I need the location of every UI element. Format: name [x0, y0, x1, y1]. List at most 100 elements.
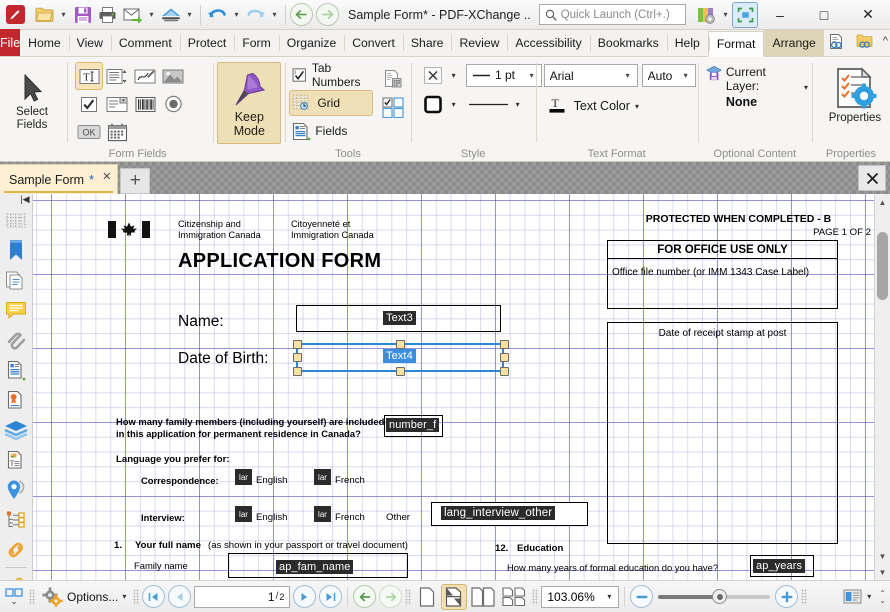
- fields-pane-icon[interactable]: [1, 355, 32, 385]
- fill-color-caret[interactable]: ▾: [447, 62, 461, 88]
- scan-button[interactable]: [158, 2, 183, 28]
- tab-help[interactable]: Help: [666, 30, 708, 56]
- zoom-level-caret[interactable]: ▾: [602, 592, 616, 601]
- zoom-slider-handle[interactable]: [712, 589, 728, 604]
- resize-handle-n[interactable]: [396, 340, 405, 349]
- font-size-combo[interactable]: Auto ▾: [641, 64, 696, 87]
- correspondence-french-checkbox[interactable]: lar: [314, 469, 331, 485]
- collapse-ribbon-button[interactable]: ^: [880, 35, 890, 47]
- zoom-out-button[interactable]: [630, 585, 654, 608]
- comments-pane-icon[interactable]: [1, 295, 32, 325]
- page-layout-caret[interactable]: ▾: [865, 592, 877, 601]
- push-button-tool-button[interactable]: OK: [75, 118, 103, 146]
- options-button[interactable]: Options... ▾: [38, 584, 130, 610]
- four-page-view-button[interactable]: [499, 584, 529, 610]
- document-viewer[interactable]: Citizenship and Immigration Canada Citoye…: [33, 194, 890, 580]
- tab-form[interactable]: Form: [234, 30, 278, 56]
- calculation-order-button[interactable]: [379, 64, 407, 92]
- next-page-button[interactable]: [293, 585, 317, 608]
- document-tab-close-button[interactable]: ✕: [102, 170, 111, 183]
- quick-launch-search[interactable]: Quick Launch (Ctrl+.): [538, 4, 686, 25]
- scrollbar-thumb[interactable]: [877, 232, 888, 300]
- single-page-view-button[interactable]: [414, 584, 440, 610]
- border-style-caret[interactable]: ▾: [516, 100, 520, 109]
- previous-page-button[interactable]: [168, 585, 192, 608]
- tab-home[interactable]: Home: [20, 30, 69, 56]
- interview-english-checkbox[interactable]: lar: [235, 506, 252, 522]
- close-document-button[interactable]: [858, 165, 886, 191]
- multi-select-fields-button[interactable]: [379, 93, 407, 121]
- properties-button[interactable]: Properties: [824, 62, 886, 125]
- font-size-caret[interactable]: ▾: [679, 71, 693, 80]
- signature-field-tool-button[interactable]: [131, 62, 159, 90]
- tab-convert[interactable]: Convert: [344, 30, 403, 56]
- continuous-view-button[interactable]: [441, 583, 468, 610]
- stamps-pane-icon[interactable]: [1, 570, 32, 580]
- document-tab-sample-form[interactable]: Sample Form * ✕: [0, 164, 119, 194]
- status-expand-chevron[interactable]: ⌄: [10, 597, 18, 606]
- close-window-button[interactable]: ✕: [846, 0, 890, 30]
- tab-bookmarks[interactable]: Bookmarks: [589, 30, 667, 56]
- interview-french-checkbox[interactable]: lar: [314, 506, 331, 522]
- resize-handle-w[interactable]: [293, 353, 302, 362]
- destinations-pane-icon[interactable]: [1, 475, 32, 505]
- search-folder-icon[interactable]: [852, 28, 878, 54]
- page-number-input[interactable]: 1/2: [194, 585, 291, 608]
- fill-color-splitbutton[interactable]: ▾: [419, 62, 461, 88]
- list-box-tool-button[interactable]: [103, 62, 131, 90]
- resize-handle-sw[interactable]: [293, 367, 302, 376]
- status-overflow-chevrons[interactable]: ⌃ ⌄: [879, 589, 886, 604]
- open-file-button[interactable]: [32, 2, 57, 28]
- open-file-caret[interactable]: ▾: [57, 2, 70, 28]
- border-color-splitbutton[interactable]: ▾: [419, 91, 461, 117]
- pdf-page[interactable]: Citizenship and Immigration Canada Citoye…: [33, 194, 874, 580]
- scan-caret[interactable]: ▾: [183, 2, 196, 28]
- combo-box-tool-button[interactable]: [103, 90, 131, 118]
- current-layer-caret[interactable]: ▾: [804, 83, 808, 92]
- vertical-scrollbar[interactable]: ▲ ▼ ▼: [874, 194, 890, 580]
- zoom-level-combo[interactable]: 103.06% ▾: [541, 585, 620, 608]
- scroll-down-arrow[interactable]: ▼: [875, 564, 890, 580]
- maximize-button[interactable]: □: [802, 0, 846, 30]
- text-color-button[interactable]: T Text Color ▾: [544, 93, 642, 119]
- tab-organize[interactable]: Organize: [278, 30, 344, 56]
- undo-button[interactable]: [205, 2, 230, 28]
- links-pane-icon[interactable]: [1, 535, 32, 565]
- border-color-button[interactable]: [419, 91, 447, 117]
- navigate-back-button[interactable]: [290, 3, 313, 26]
- last-page-button[interactable]: [319, 585, 343, 608]
- attachments-pane-icon[interactable]: [1, 325, 32, 355]
- border-color-caret[interactable]: ▾: [447, 91, 461, 117]
- go-forward-button[interactable]: [379, 585, 403, 608]
- page-layout-preview-button[interactable]: [839, 584, 865, 610]
- tab-format[interactable]: Format: [707, 31, 765, 57]
- tab-share[interactable]: Share: [402, 30, 452, 56]
- resize-handle-e[interactable]: [500, 353, 509, 362]
- font-family-combo[interactable]: Arial ▾: [543, 64, 638, 87]
- border-style-dropdown[interactable]: ▾: [466, 100, 522, 109]
- navigate-forward-button[interactable]: [316, 3, 339, 26]
- first-page-button[interactable]: [142, 585, 166, 608]
- fields-button[interactable]: Fields: [289, 118, 372, 144]
- two-page-view-button[interactable]: [468, 584, 498, 610]
- scroll-up-arrow[interactable]: ▲: [875, 194, 890, 210]
- email-caret[interactable]: ▾: [145, 2, 158, 28]
- current-layer-control[interactable]: Current Layer: None ▾: [705, 65, 808, 109]
- border-width-combo[interactable]: 1 pt ▾: [465, 63, 542, 87]
- check-box-tool-button[interactable]: [75, 90, 103, 118]
- font-family-caret[interactable]: ▾: [621, 71, 635, 80]
- structure-tree-pane-icon[interactable]: [1, 505, 32, 535]
- scroll-page-down-arrow[interactable]: ▼: [875, 548, 890, 564]
- resize-handle-nw[interactable]: [293, 340, 302, 349]
- signatures-pane-icon[interactable]: [1, 385, 32, 415]
- tab-view[interactable]: View: [68, 30, 111, 56]
- resize-handle-se[interactable]: [500, 367, 509, 376]
- customize-toolbar-button[interactable]: [693, 2, 719, 28]
- tab-arrange[interactable]: Arrange: [764, 30, 824, 56]
- radio-button-tool-button[interactable]: [159, 90, 187, 118]
- tab-review[interactable]: Review: [451, 30, 507, 56]
- zoom-in-button[interactable]: [775, 585, 799, 608]
- go-back-button[interactable]: [353, 585, 377, 608]
- tab-accessibility[interactable]: Accessibility: [507, 30, 589, 56]
- redo-button[interactable]: [243, 2, 268, 28]
